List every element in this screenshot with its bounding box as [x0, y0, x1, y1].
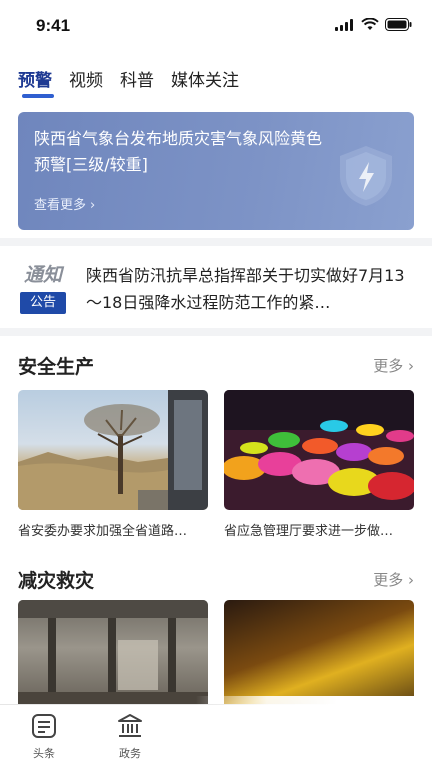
shield-lightning-icon — [340, 146, 392, 206]
nav-label: 头条 — [33, 747, 55, 760]
tab-media[interactable]: 媒体关注 — [171, 66, 239, 91]
section-more-link[interactable]: 更多 › — [373, 569, 414, 590]
nav-item-government[interactable]: 政务 — [100, 713, 160, 761]
notice-badge: 公告 — [20, 292, 66, 314]
alert-card[interactable]: 陕西省气象台发布地质灾害气象风险黄色预警[三级/较重] 查看更多 › — [18, 112, 414, 230]
section-title: 减灾救灾 — [18, 570, 95, 592]
bottom-fade-overlay — [196, 696, 432, 768]
news-caption: 省安委办要求加强全省道路… — [18, 524, 188, 539]
more-label: 更多 — [373, 571, 404, 589]
battery-icon — [385, 18, 412, 31]
section-title: 安全生产 — [18, 356, 95, 378]
alert-text: 陕西省气象台发布地质灾害气象风险黄色预警[三级/较重] — [34, 129, 323, 174]
tab-video[interactable]: 视频 — [69, 66, 103, 91]
section-more-link[interactable]: 更多 › — [373, 355, 414, 376]
nav-item-headlines[interactable]: 头条 — [14, 713, 74, 761]
notice-text: 陕西省防汛抗旱总指挥部关于切实做好7月13～18日强降水过程防范工作的紧… — [86, 266, 405, 312]
news-card[interactable]: 省安委办要求加强全省道路… — [18, 390, 208, 539]
more-label: 更多 — [373, 357, 404, 375]
news-thumbnail-powder — [224, 390, 414, 510]
top-tabs: 预警 视频 科普 媒体关注 — [0, 52, 432, 104]
status-icons — [335, 18, 412, 31]
chevron-right-icon: › — [403, 357, 414, 375]
powder-image — [224, 390, 414, 500]
tab-science[interactable]: 科普 — [120, 66, 154, 91]
status-bar: 9:41 — [0, 0, 432, 52]
signal-icon — [335, 18, 353, 31]
tab-warning[interactable]: 预警 — [18, 66, 52, 91]
news-icon — [32, 714, 56, 738]
notice-logo-text: 通知 — [23, 264, 62, 286]
notice-bar[interactable]: 通知 公告 陕西省防汛抗旱总指挥部关于切实做好7月13～18日强降水过程防范工作… — [0, 246, 432, 328]
alert-more-label: 查看更多 — [34, 198, 87, 213]
notice-logo: 通知 公告 — [18, 260, 68, 314]
news-card[interactable]: 省应急管理厅要求进一步做… — [224, 390, 414, 539]
status-time: 9:41 — [36, 16, 71, 35]
section-safety: 安全生产 更多 › 省安委办要求加强全省道路… 省应急管理厅要求进一步做… — [0, 336, 432, 550]
alert-more-link[interactable]: 查看更多 › — [34, 194, 95, 213]
tree-image — [18, 390, 208, 510]
news-caption: 省应急管理厅要求进一步做… — [224, 524, 394, 539]
chevron-right-icon: › — [90, 198, 96, 213]
news-thumbnail-ruins — [18, 600, 208, 720]
government-building-icon — [118, 714, 142, 737]
nav-label: 政务 — [119, 747, 141, 760]
chevron-right-icon: › — [403, 571, 414, 589]
ruins-image — [18, 600, 208, 720]
alert-section: 陕西省气象台发布地质灾害气象风险黄色预警[三级/较重] 查看更多 › — [0, 104, 432, 238]
wifi-icon — [361, 18, 379, 30]
active-tab-indicator — [22, 94, 54, 98]
news-card[interactable] — [18, 600, 208, 720]
news-thumbnail-tree — [18, 390, 208, 510]
